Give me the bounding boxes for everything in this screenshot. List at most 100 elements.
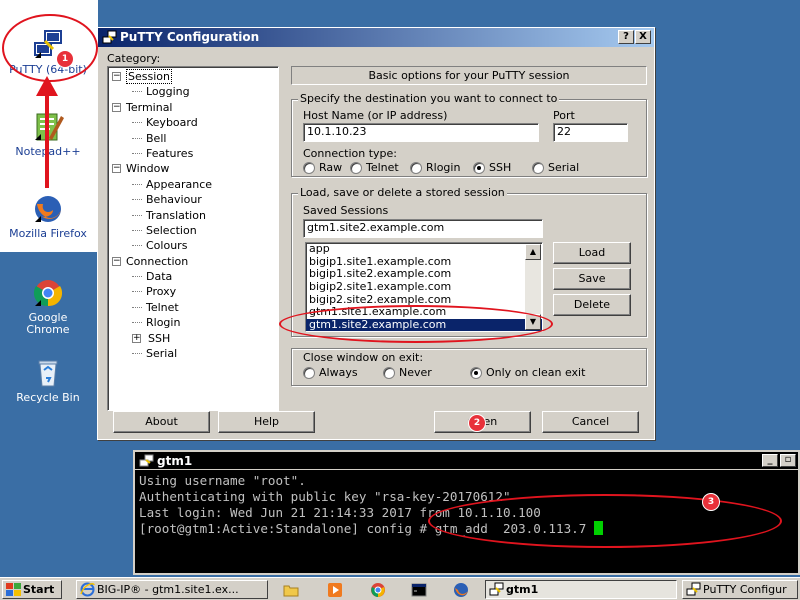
close-title-button[interactable]: X	[635, 30, 651, 44]
desktop-icon-chrome[interactable]: Google Chrome	[0, 276, 96, 336]
tree-item-label: Appearance	[146, 177, 213, 191]
recycle-bin-icon	[31, 356, 65, 390]
radio-exit-2[interactable]: Only on clean exit	[470, 366, 585, 379]
terminal-line: Using username "root".	[139, 473, 306, 488]
putty-icon	[489, 582, 504, 598]
tree-item-label: Connection	[126, 254, 189, 268]
annotation-badge-2: 2	[469, 415, 485, 431]
collapse-icon[interactable]: −	[112, 164, 121, 174]
port-label: Port	[553, 109, 575, 122]
desktop-icon-label: Recycle Bin	[16, 391, 80, 404]
radio-circle-icon	[303, 366, 315, 379]
tree-item-behaviour[interactable]: Behaviour	[108, 192, 278, 207]
tree-item-label: SSH	[148, 331, 171, 345]
tree-connector	[132, 152, 142, 154]
desktop-icon-recycle-bin[interactable]: Recycle Bin	[0, 356, 96, 404]
tree-item-translation[interactable]: Translation	[108, 208, 278, 223]
radio-rlogin[interactable]: Rlogin	[410, 161, 460, 174]
radio-serial[interactable]: Serial	[532, 161, 579, 174]
task-browser[interactable]: BIG-IP® - gtm1.site1.ex...	[76, 580, 268, 599]
annotation-badge-3: 3	[703, 494, 719, 510]
putty-titlebar[interactable]: PuTTY Configuration ? X	[98, 28, 654, 47]
tree-connector	[132, 229, 142, 231]
tree-connector	[132, 122, 142, 124]
radio-exit-0[interactable]: Always	[303, 366, 358, 379]
radio-circle-icon	[532, 161, 544, 174]
tree-item-proxy[interactable]: Proxy	[108, 284, 278, 299]
radio-label: SSH	[489, 161, 512, 174]
delete-button[interactable]: Delete	[553, 294, 631, 316]
taskbar: Start BIG-IP® - gtm1.site1.ex... gtm1 Pu…	[0, 577, 800, 600]
tree-item-colours[interactable]: Colours	[108, 238, 278, 253]
save-button[interactable]: Save	[553, 268, 631, 290]
port-input[interactable]: 22	[553, 123, 628, 142]
session-list-item[interactable]: app	[306, 243, 542, 256]
chrome-icon[interactable]	[370, 582, 386, 598]
tree-item-connection[interactable]: − Connection	[108, 254, 278, 269]
tree-item-bell[interactable]: Bell	[108, 131, 278, 146]
tree-item-label: Proxy	[146, 285, 177, 299]
tree-item-ssh[interactable]: + SSH	[108, 331, 278, 346]
tree-item-session[interactable]: − Session	[108, 69, 278, 84]
tree-item-logging[interactable]: Logging	[108, 84, 278, 99]
tree-connector	[132, 137, 142, 139]
cmd-icon[interactable]	[411, 582, 427, 598]
collapse-icon[interactable]: −	[112, 72, 121, 81]
task-gtm1[interactable]: gtm1	[485, 580, 677, 599]
tree-item-label: Session	[126, 69, 172, 84]
collapse-icon[interactable]: −	[112, 102, 121, 112]
chrome-icon	[31, 276, 65, 310]
firefox-icon[interactable]	[453, 582, 469, 598]
task-putty-config[interactable]: PuTTY Configur	[682, 580, 798, 599]
radio-label: Always	[319, 366, 358, 379]
expand-icon[interactable]: +	[132, 333, 141, 343]
tree-item-features[interactable]: Features	[108, 146, 278, 161]
host-input[interactable]: 10.1.10.23	[303, 123, 539, 142]
window-title: PuTTY Configuration	[120, 30, 260, 44]
host-label: Host Name (or IP address)	[303, 109, 448, 122]
tree-item-data[interactable]: Data	[108, 269, 278, 284]
cancel-button[interactable]: Cancel	[542, 411, 639, 433]
help-title-button[interactable]: ?	[618, 30, 634, 44]
annotation-arrow	[36, 76, 58, 188]
collapse-icon[interactable]: −	[112, 256, 121, 266]
task-label: gtm1	[506, 583, 539, 596]
annotation-badge-1: 1	[57, 51, 73, 67]
minimize-icon[interactable]: _	[762, 454, 778, 467]
help-button[interactable]: Help	[218, 411, 315, 433]
tree-item-appearance[interactable]: Appearance	[108, 177, 278, 192]
tree-connector	[132, 322, 142, 324]
restore-icon[interactable]: ▫	[780, 454, 796, 467]
start-label: Start	[23, 583, 55, 596]
tree-connector	[132, 306, 142, 308]
category-tree[interactable]: − Session Logging − Terminal Keyboard Bell Feat…	[107, 66, 279, 411]
tree-item-selection[interactable]: Selection	[108, 223, 278, 238]
tree-item-telnet[interactable]: Telnet	[108, 300, 278, 315]
desktop-icon-firefox[interactable]: Mozilla Firefox	[0, 192, 96, 240]
tree-item-terminal[interactable]: − Terminal	[108, 100, 278, 115]
radio-exit-1[interactable]: Never	[383, 366, 432, 379]
tree-item-label: Features	[146, 146, 194, 160]
radio-circle-icon	[470, 366, 482, 379]
radio-telnet[interactable]: Telnet	[350, 161, 399, 174]
load-button[interactable]: Load	[553, 242, 631, 264]
tree-item-rlogin[interactable]: Rlogin	[108, 315, 278, 330]
radio-ssh[interactable]: SSH	[473, 161, 511, 174]
folder-icon[interactable]	[283, 582, 299, 598]
media-player-icon[interactable]	[327, 582, 343, 598]
about-button[interactable]: About	[113, 411, 210, 433]
tree-item-window[interactable]: − Window	[108, 161, 278, 176]
tree-item-label: Telnet	[146, 300, 179, 314]
tree-connector	[132, 91, 142, 93]
scroll-up-icon[interactable]: ▲	[525, 244, 541, 260]
terminal-titlebar[interactable]: gtm1 _ ▫	[135, 452, 798, 470]
start-button[interactable]: Start	[2, 580, 62, 599]
tree-item-serial[interactable]: Serial	[108, 346, 278, 361]
session-list-item[interactable]: bigip2.site1.example.com	[306, 281, 542, 294]
radio-raw[interactable]: Raw	[303, 161, 342, 174]
saved-sessions-input[interactable]: gtm1.site2.example.com	[303, 219, 543, 238]
task-label: PuTTY Configur	[703, 583, 787, 596]
saved-sessions-label: Saved Sessions	[303, 204, 389, 217]
tree-item-keyboard[interactable]: Keyboard	[108, 115, 278, 130]
radio-label: Rlogin	[426, 161, 461, 174]
